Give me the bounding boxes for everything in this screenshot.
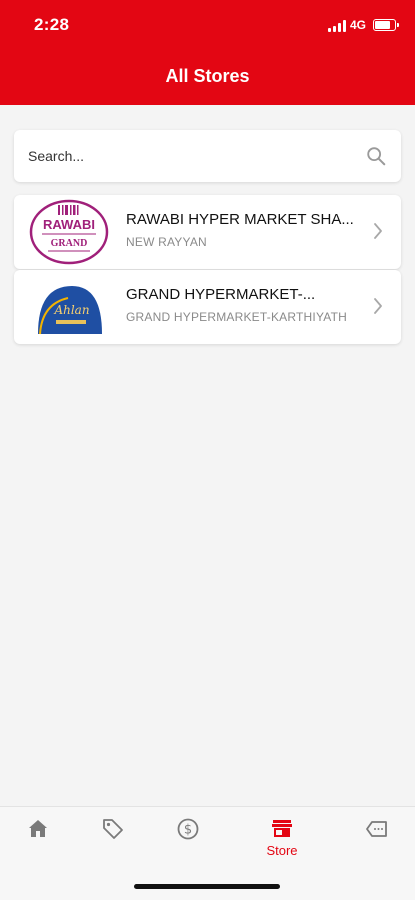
battery-icon — [373, 19, 399, 31]
rawabi-logo: RAWABI GRAND — [29, 199, 109, 265]
store-name: RAWABI HYPER MARKET SHA... — [126, 211, 354, 228]
chevron-right-icon — [374, 223, 382, 239]
store-list-item[interactable]: RAWABI GRAND RAWABI HYPER MARKET SHA... … — [14, 195, 401, 269]
chevron-right-icon — [374, 298, 382, 314]
coupon-icon — [366, 821, 387, 837]
tab-store[interactable]: Store — [252, 817, 312, 867]
search-icon[interactable] — [365, 145, 387, 167]
signal-icon — [328, 20, 346, 32]
tab-offers[interactable] — [83, 817, 143, 867]
svg-text:GRAND: GRAND — [51, 238, 88, 249]
tab-cashback[interactable]: $ — [158, 817, 218, 867]
app-header: 2:28 4G All Stores — [0, 0, 415, 105]
svg-text:RAWABI: RAWABI — [43, 217, 95, 232]
svg-text:$: $ — [184, 823, 192, 838]
store-name: GRAND HYPERMARKET-... — [126, 286, 316, 303]
store-list-item[interactable]: Ahlan GRAND HYPERMARKET-... GRAND HYPERM… — [14, 270, 401, 344]
network-type: 4G — [350, 18, 367, 32]
ahlan-logo: Ahlan — [34, 282, 104, 336]
store-location: GRAND HYPERMARKET-KARTHIYATH — [126, 310, 347, 324]
tab-store-label: Store — [266, 843, 298, 858]
home-indicator — [134, 884, 280, 889]
dollar-icon: $ — [177, 818, 199, 840]
page-title: All Stores — [165, 66, 250, 86]
status-time: 2:28 — [34, 15, 70, 34]
search-input[interactable] — [28, 130, 348, 182]
home-icon — [29, 820, 47, 837]
store-location: NEW RAYYAN — [126, 235, 207, 249]
svg-text:Ahlan: Ahlan — [53, 303, 89, 317]
tab-home[interactable] — [8, 817, 68, 867]
tab-coupons[interactable] — [347, 817, 407, 867]
tag-icon — [103, 819, 123, 839]
store-icon — [272, 820, 292, 837]
status-bar: 2:28 4G — [0, 0, 415, 50]
search-bar — [14, 130, 401, 182]
